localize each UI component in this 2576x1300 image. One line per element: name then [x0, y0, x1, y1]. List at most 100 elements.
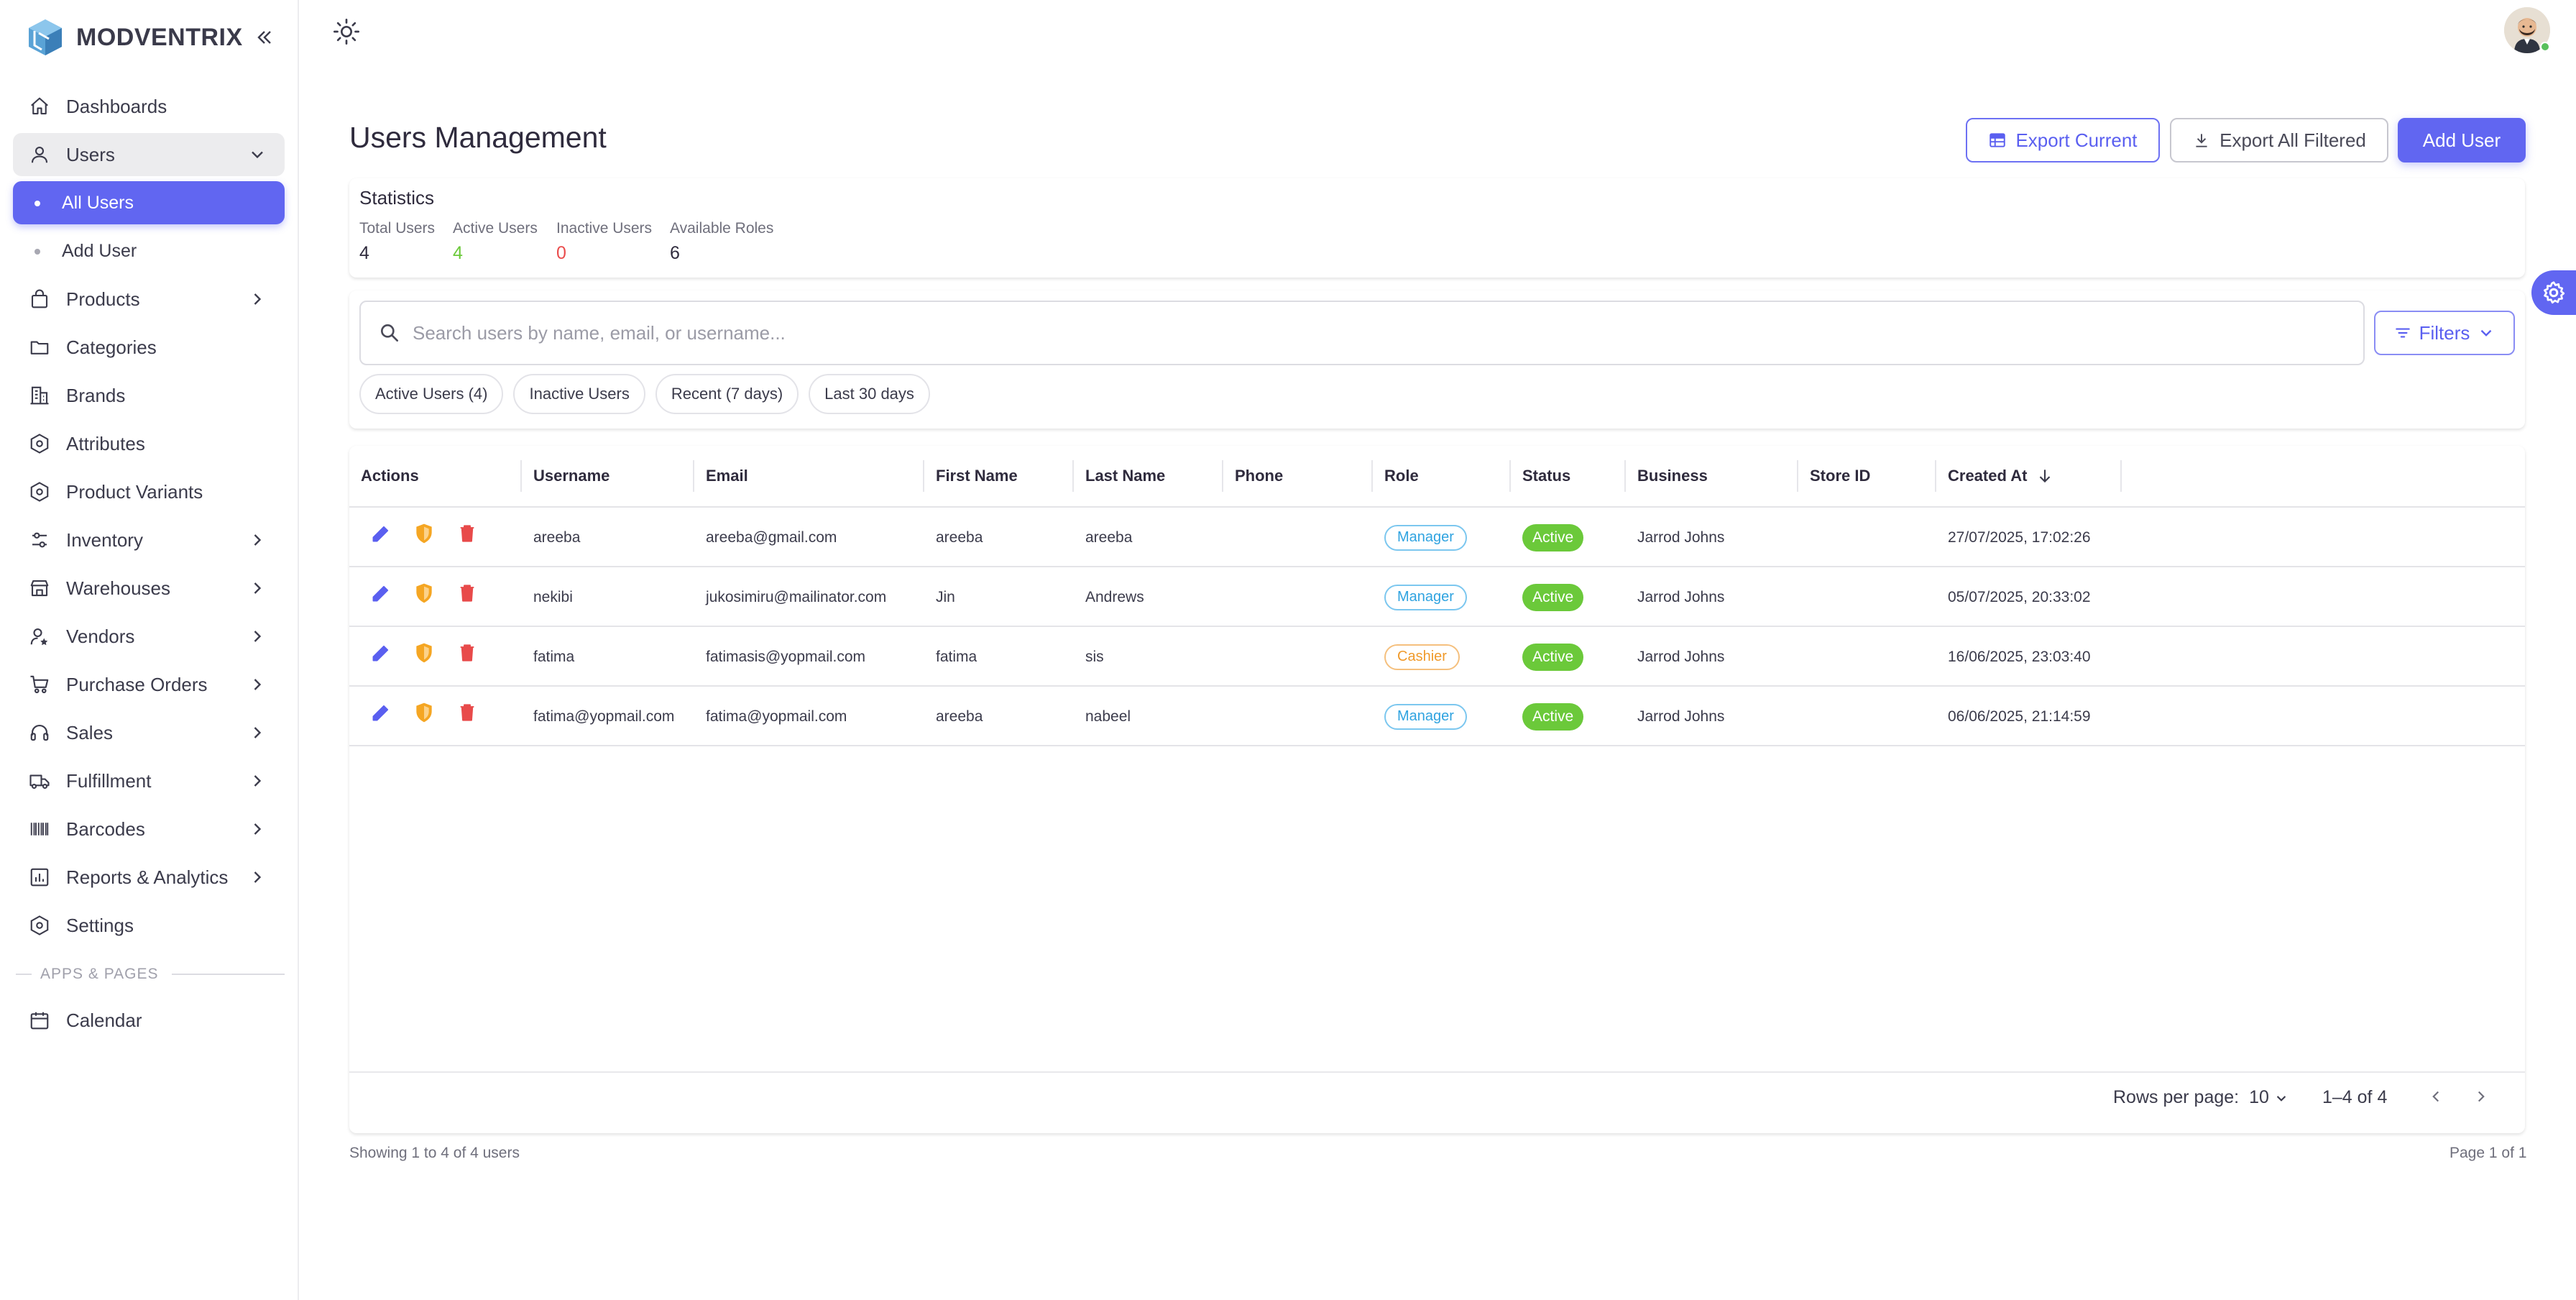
sidebar-subitem-add-user[interactable]: Add User — [13, 229, 285, 273]
shield-permissions-icon[interactable] — [413, 522, 436, 545]
filters-button[interactable]: Filters — [2374, 311, 2515, 355]
stat-label: Active Users — [453, 220, 538, 237]
sidebar-item-label: Add User — [62, 240, 137, 261]
cell-role: Cashier — [1373, 627, 1460, 687]
shield-permissions-icon[interactable] — [413, 582, 436, 605]
sidebar-item-brands[interactable]: Brands — [13, 374, 285, 417]
sidebar-item-products[interactable]: Products — [13, 278, 285, 321]
stat-total-users: Total Users 4 — [359, 220, 435, 264]
sidebar-item-vendors[interactable]: Vendors — [13, 615, 285, 658]
cell-phone — [1223, 687, 1235, 746]
column-header-store-id[interactable]: Store ID — [1798, 446, 1870, 506]
arrow-down-sort-icon[interactable] — [2036, 467, 2054, 485]
stat-value: 0 — [556, 243, 566, 263]
download-icon — [2196, 134, 2207, 147]
chip-active-users[interactable]: Active Users (4) — [359, 374, 504, 414]
column-header-username[interactable]: Username — [522, 446, 610, 506]
column-header-first-name[interactable]: First Name — [924, 446, 1018, 506]
chevron-right-icon — [254, 679, 262, 690]
edit-pencil-icon[interactable] — [369, 582, 392, 605]
chip-inactive-users[interactable]: Inactive Users — [513, 374, 645, 414]
column-header-status[interactable]: Status — [1511, 446, 1570, 506]
chip-recent-7-days[interactable]: Recent (7 days) — [655, 374, 799, 414]
column-header-phone[interactable]: Phone — [1223, 446, 1283, 506]
cell-last-name: nabeel — [1085, 708, 1131, 725]
delete-trash-icon[interactable] — [456, 641, 479, 664]
cell-email: jukosimiru@mailinator.com — [706, 588, 887, 605]
sidebar-item-calendar[interactable]: Calendar — [13, 999, 285, 1042]
search-box[interactable] — [359, 301, 2365, 365]
column-header-role[interactable]: Role — [1373, 446, 1419, 506]
statistics-card: Statistics Total Users 4 Active Users 4 … — [349, 178, 2525, 278]
cell-role: Manager — [1373, 567, 1467, 627]
table-row: fatima fatimasis@yopmail.com fatima sis … — [349, 627, 2525, 687]
user-star-icon — [30, 628, 48, 646]
delete-trash-icon[interactable] — [456, 701, 479, 724]
brand-name: MODVENTRIX — [76, 23, 243, 51]
chip-last-30-days[interactable]: Last 30 days — [809, 374, 930, 414]
sidebar-item-sales[interactable]: Sales — [13, 711, 285, 754]
delete-trash-icon[interactable] — [456, 522, 479, 545]
cell-business: Jarrod Johns — [1637, 528, 1725, 546]
sidebar-item-users[interactable]: Users — [13, 133, 285, 176]
sun-icon[interactable] — [332, 17, 361, 46]
cell-first-name: areeba — [936, 708, 983, 725]
sidebar-item-categories[interactable]: Categories — [13, 326, 285, 369]
cell-business: Jarrod Johns — [1637, 588, 1725, 605]
showing-count: Showing 1 to 4 of 4 users — [349, 1145, 520, 1161]
sidebar-nav: Dashboards Users All Users Add User Prod… — [13, 85, 285, 1047]
sidebar-item-label: Calendar — [66, 1009, 142, 1031]
sidebar-subitem-all-users[interactable]: All Users — [13, 181, 285, 224]
export-all-filtered-button[interactable]: Export All Filtered — [2170, 118, 2388, 162]
delete-trash-icon[interactable] — [456, 582, 479, 605]
sidebar-item-fulfillment[interactable]: Fulfillment — [13, 759, 285, 802]
table-footer-divider — [349, 1071, 2525, 1073]
sidebar-item-label: Fulfillment — [66, 769, 152, 792]
cell-store-id — [1798, 508, 1810, 567]
brand[interactable]: MODVENTRIX — [24, 16, 243, 59]
column-header-created-at[interactable]: Created At — [1936, 446, 2054, 506]
cell-first-name: Jin — [936, 588, 955, 605]
chevron-right-icon — [254, 823, 262, 835]
theme-customizer-button[interactable] — [2531, 270, 2576, 315]
rows-per-page-select[interactable]: 10 — [2249, 1087, 2291, 1108]
shield-permissions-icon[interactable] — [413, 641, 436, 664]
edit-pencil-icon[interactable] — [369, 701, 392, 724]
cell-email: fatimasis@yopmail.com — [706, 648, 866, 665]
edit-pencil-icon[interactable] — [369, 641, 392, 664]
cell-store-id — [1798, 687, 1810, 746]
sidebar-item-product-variants[interactable]: Product Variants — [13, 470, 285, 513]
edit-pencil-icon[interactable] — [369, 522, 392, 545]
sidebar-item-reports[interactable]: Reports & Analytics — [13, 856, 285, 899]
column-divider[interactable] — [2120, 460, 2122, 492]
next-page-button[interactable] — [2472, 1087, 2490, 1106]
cell-last-name: sis — [1085, 648, 1104, 665]
collapse-sidebar-icon[interactable] — [253, 26, 276, 49]
shield-permissions-icon[interactable] — [413, 701, 436, 724]
column-header-business[interactable]: Business — [1626, 446, 1708, 506]
hexagon-icon — [30, 482, 49, 502]
sidebar-item-attributes[interactable]: Attributes — [13, 422, 285, 465]
sidebar-item-purchase-orders[interactable]: Purchase Orders — [13, 663, 285, 706]
cell-first-name: areeba — [936, 528, 983, 546]
search-input[interactable] — [413, 321, 2281, 344]
export-all-label: Export All Filtered — [2220, 129, 2366, 151]
sidebar-item-warehouses[interactable]: Warehouses — [13, 567, 285, 610]
previous-page-button[interactable] — [2426, 1087, 2445, 1106]
column-header-last-name[interactable]: Last Name — [1074, 446, 1165, 506]
sidebar-item-settings[interactable]: Settings — [13, 904, 285, 947]
bullet-icon — [34, 249, 40, 255]
cell-created-at: 06/06/2025, 21:14:59 — [1948, 708, 2091, 725]
sidebar-item-inventory[interactable]: Inventory — [13, 518, 285, 562]
sidebar-item-barcodes[interactable]: Barcodes — [13, 807, 285, 851]
pagination-range: 1–4 of 4 — [2322, 1087, 2388, 1107]
stat-inactive-users: Inactive Users 0 — [556, 220, 652, 264]
export-current-button[interactable]: Export Current — [1966, 118, 2160, 162]
sidebar-item-dashboards[interactable]: Dashboards — [13, 85, 285, 128]
cell-username: areeba — [533, 528, 581, 546]
cell-role: Manager — [1373, 687, 1467, 746]
table-row: areeba areeba@gmail.com areeba areeba Ma… — [349, 508, 2525, 567]
column-header-email[interactable]: Email — [694, 446, 748, 506]
add-user-button[interactable]: Add User — [2398, 118, 2526, 162]
stat-active-users: Active Users 4 — [453, 220, 538, 264]
